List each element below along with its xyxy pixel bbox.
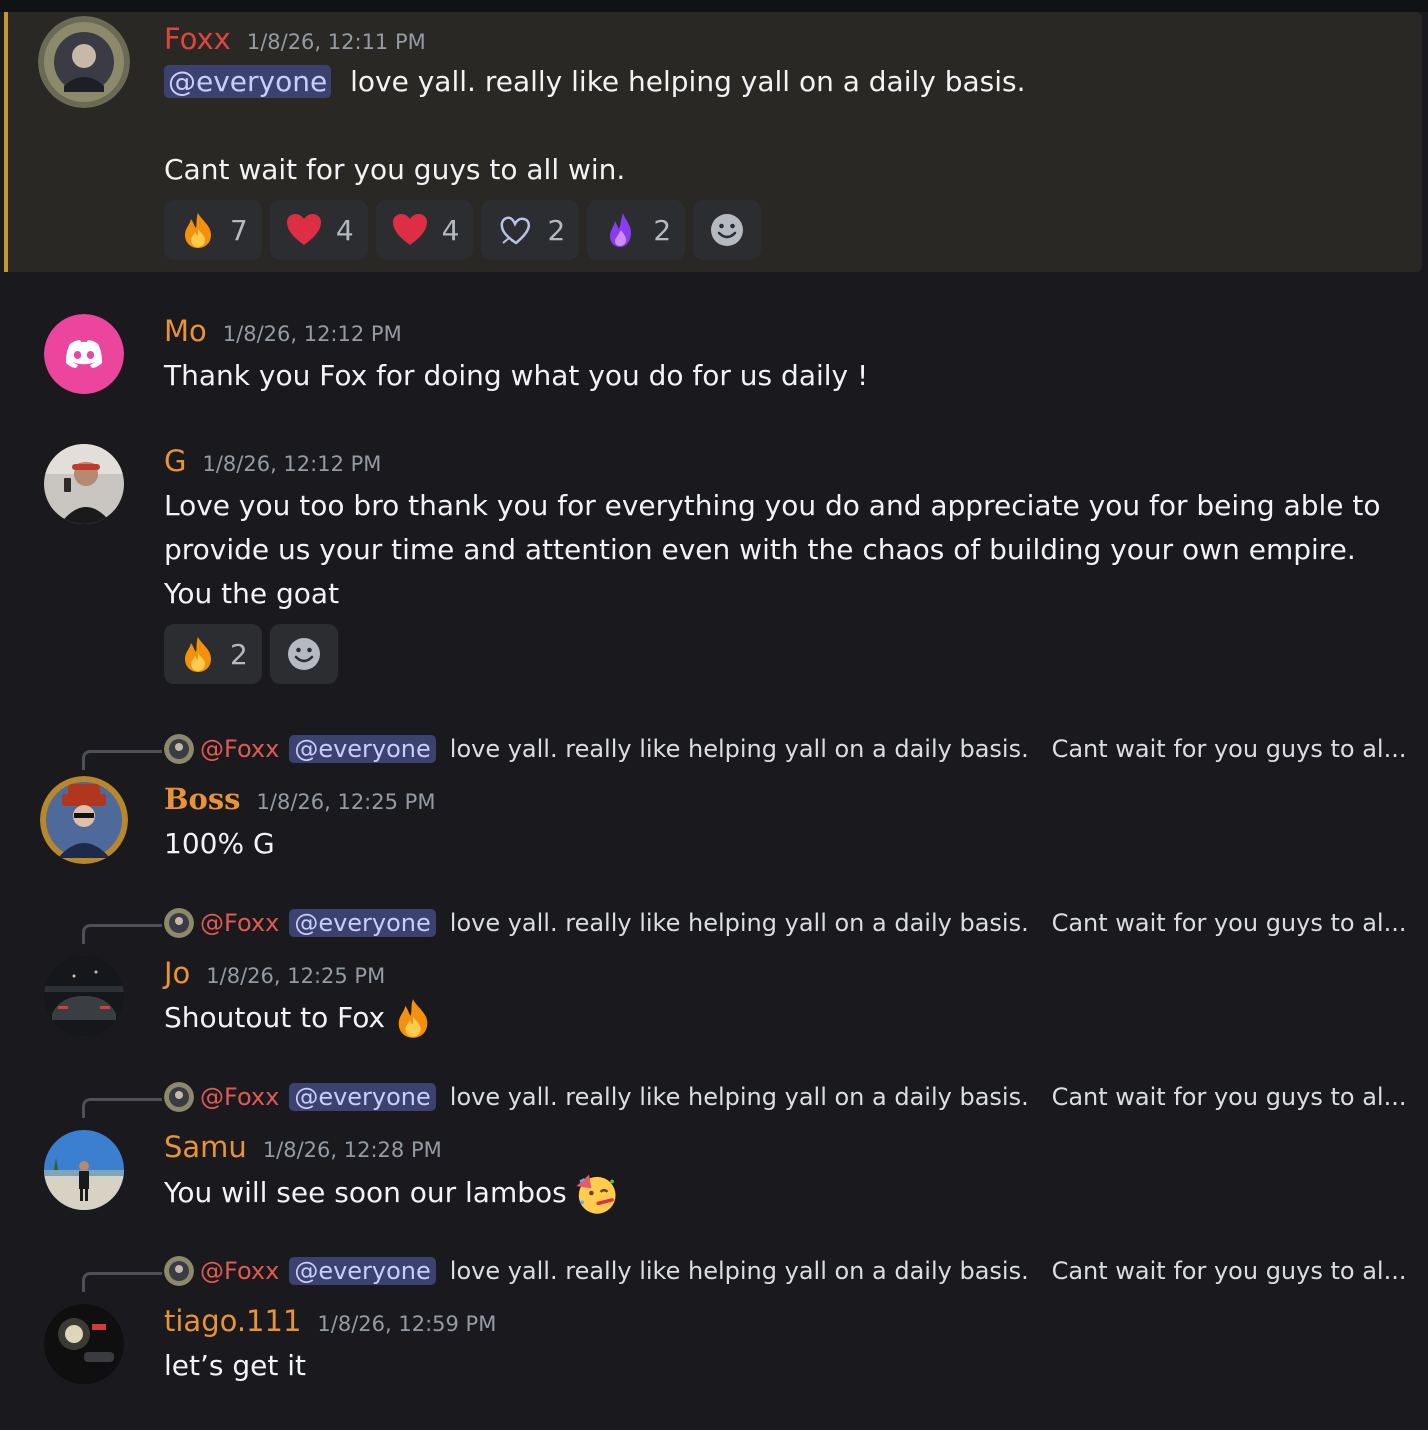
timestamp: 1/8/26, 12:25 PM (256, 790, 436, 814)
avatar[interactable] (38, 16, 130, 108)
reply-text: love yall. really like helping yall on a… (449, 909, 1407, 937)
reaction-purple-flame[interactable]: 2 (587, 200, 686, 260)
reply-spine (82, 924, 162, 944)
message-text: Love you too bro thank you for everythin… (164, 489, 1381, 610)
message-text: 100% G (164, 827, 275, 860)
reply-avatar (164, 734, 194, 764)
reply-avatar (164, 908, 194, 938)
reaction-bar: 7 4 4 2 2 (164, 200, 762, 260)
username[interactable]: Mo (164, 314, 207, 348)
reply-author[interactable]: @Foxx (200, 735, 279, 763)
reply-spine (82, 750, 162, 770)
message-text: let’s get it (164, 1349, 307, 1382)
reply-preview[interactable]: @Foxx @everyone love yall. really like h… (164, 1082, 1406, 1112)
reaction-fire[interactable]: 2 (164, 624, 262, 684)
timestamp: 1/8/26, 12:11 PM (246, 30, 426, 54)
timestamp: 1/8/26, 12:28 PM (262, 1138, 442, 1162)
add-reaction-button[interactable] (269, 624, 338, 684)
avatar[interactable] (44, 314, 124, 394)
message-samu: @Foxx @everyone love yall. really like h… (0, 1078, 1428, 1228)
smiley-icon (284, 634, 324, 674)
message-foxx: Foxx 1/8/26, 12:11 PM @everyone love yal… (0, 12, 1428, 272)
reply-text: love yall. really like helping yall on a… (449, 735, 1407, 763)
username[interactable]: tiago.111 (164, 1304, 301, 1338)
fire-icon (391, 996, 435, 1040)
reaction-fire[interactable]: 7 (164, 200, 262, 260)
smiley-icon (707, 210, 747, 250)
reply-author[interactable]: @Foxx (200, 1257, 279, 1285)
message-text: love yall. really like helping yall on a… (350, 65, 1026, 98)
add-reaction-button[interactable] (693, 200, 762, 260)
message-text: Thank you Fox for doing what you do for … (164, 359, 869, 392)
message-header: Mo 1/8/26, 12:12 PM (164, 314, 402, 348)
timestamp: 1/8/26, 12:25 PM (206, 964, 386, 988)
reply-avatar (164, 1256, 194, 1286)
reply-preview[interactable]: @Foxx @everyone love yall. really like h… (164, 908, 1406, 938)
message-text: Shoutout to Fox (164, 996, 435, 1040)
message-header: tiago.111 1/8/26, 12:59 PM (164, 1304, 496, 1338)
reply-avatar (164, 1082, 194, 1112)
message-tiago: @Foxx @everyone love yall. really like h… (0, 1252, 1428, 1402)
reply-text: love yall. really like helping yall on a… (449, 1257, 1407, 1285)
reaction-count: 2 (653, 213, 672, 247)
username[interactable]: G (164, 444, 186, 478)
reply-author[interactable]: @Foxx (200, 1083, 279, 1111)
reply-preview[interactable]: @Foxx @everyone love yall. really like h… (164, 1256, 1406, 1286)
reply-author[interactable]: @Foxx (200, 909, 279, 937)
reaction-red-heart[interactable]: 4 (269, 200, 368, 260)
avatar[interactable] (40, 776, 128, 864)
message-header: Boss 1/8/26, 12:25 PM (164, 782, 435, 816)
message-jo: @Foxx @everyone love yall. really like h… (0, 904, 1428, 1054)
partying-face-icon (573, 1170, 619, 1216)
reaction-bar: 2 (164, 624, 338, 684)
reaction-count: 4 (335, 213, 354, 247)
avatar[interactable] (44, 1130, 124, 1210)
message-mo: Mo 1/8/26, 12:12 PM Thank you Fox for do… (0, 310, 1428, 410)
message-header: G 1/8/26, 12:12 PM (164, 444, 381, 478)
fire-icon (178, 634, 218, 674)
username[interactable]: Jo (164, 956, 190, 990)
message-text: You will see soon our lambos (164, 1170, 619, 1216)
reply-spine (82, 1272, 162, 1292)
reaction-count: 7 (230, 213, 248, 247)
message-header: Foxx 1/8/26, 12:11 PM (164, 22, 426, 56)
message-header: Samu 1/8/26, 12:28 PM (164, 1130, 442, 1164)
avatar[interactable] (44, 1304, 124, 1384)
timestamp: 1/8/26, 12:59 PM (317, 1312, 497, 1336)
everyone-mention[interactable]: @everyone (289, 909, 436, 937)
red-heart-icon (284, 210, 324, 250)
username[interactable]: Foxx (164, 22, 231, 56)
everyone-mention[interactable]: @everyone (289, 1257, 436, 1285)
reaction-outline-heart[interactable]: 2 (481, 200, 580, 260)
everyone-mention[interactable]: @everyone (289, 735, 436, 763)
reply-text: love yall. really like helping yall on a… (449, 1083, 1407, 1111)
top-strip (0, 0, 1428, 12)
timestamp: 1/8/26, 12:12 PM (202, 452, 382, 476)
timestamp: 1/8/26, 12:12 PM (222, 322, 402, 346)
highlight-bar (4, 12, 8, 272)
avatar[interactable] (44, 956, 124, 1036)
message-text-value: Shoutout to Fox (164, 1001, 386, 1034)
message-boss: @Foxx @everyone love yall. really like h… (0, 730, 1428, 880)
message-g: G 1/8/26, 12:12 PM Love you too bro than… (0, 440, 1428, 690)
purple-flame-icon (601, 210, 641, 250)
outline-heart-icon (495, 210, 535, 250)
message-line-1: @everyone love yall. really like helping… (164, 60, 1026, 104)
everyone-mention[interactable]: @everyone (164, 65, 332, 98)
fire-icon (178, 210, 218, 250)
red-heart-icon (390, 210, 430, 250)
reply-spine (82, 1098, 162, 1118)
reaction-count: 4 (441, 213, 460, 247)
message-line-2: Cant wait for you guys to all win. (164, 153, 626, 186)
username[interactable]: Samu (164, 1130, 247, 1164)
reaction-red-heart[interactable]: 4 (375, 200, 474, 260)
avatar[interactable] (44, 444, 124, 524)
message-text-value: You will see soon our lambos (164, 1176, 567, 1209)
username[interactable]: Boss (164, 782, 241, 816)
message-header: Jo 1/8/26, 12:25 PM (164, 956, 385, 990)
reaction-count: 2 (547, 213, 566, 247)
reaction-count: 2 (230, 637, 248, 671)
everyone-mention[interactable]: @everyone (289, 1083, 436, 1111)
reply-preview[interactable]: @Foxx @everyone love yall. really like h… (164, 734, 1406, 764)
